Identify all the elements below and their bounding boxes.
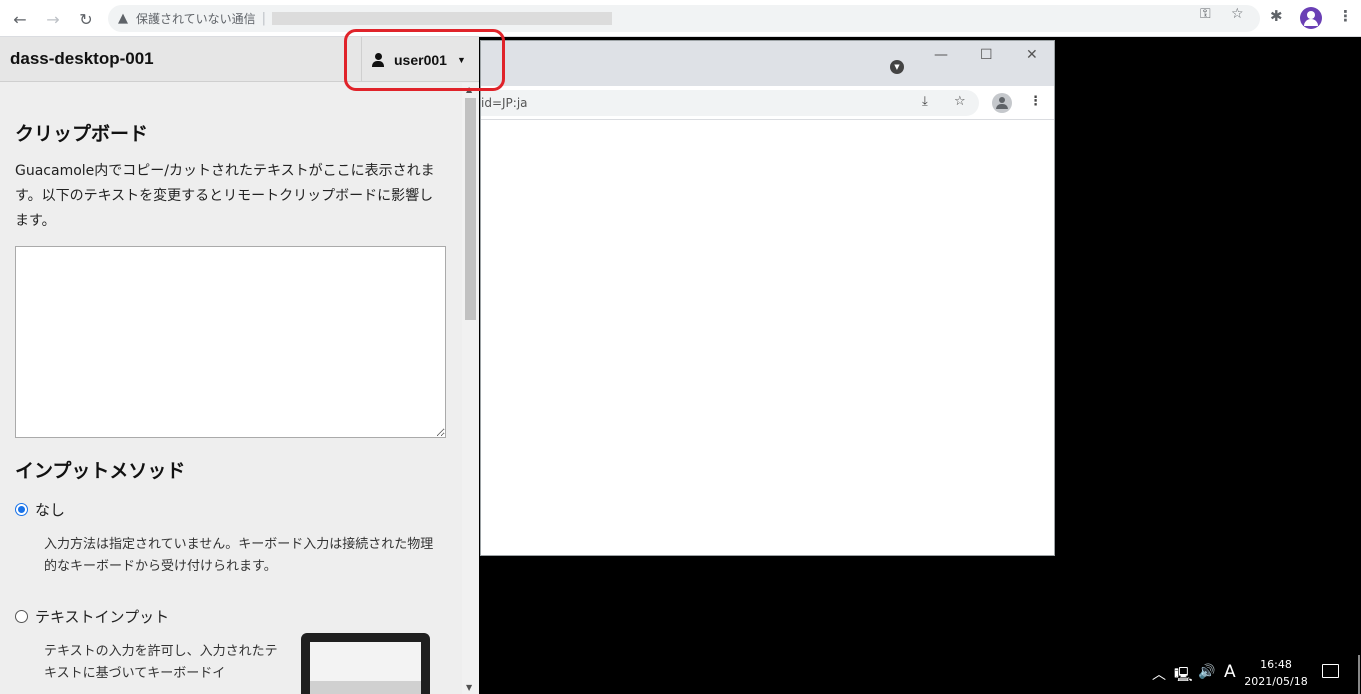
user-menu-highlight <box>344 29 505 91</box>
redacted-url <box>272 12 613 25</box>
forward-arrow-icon[interactable]: → <box>42 8 64 30</box>
remote-toolbar: id=JP:ja ⤓ ☆ ⋮ <box>481 86 1054 120</box>
input-method-heading: インプットメソッド <box>15 461 186 482</box>
install-icon[interactable]: ⤓ <box>922 94 928 109</box>
reload-icon[interactable]: ↻ <box>75 8 97 30</box>
bookmark-star-icon[interactable]: ☆ <box>1231 6 1244 22</box>
show-desktop-edge[interactable] <box>1358 655 1360 694</box>
network-icon[interactable]: 🖳 <box>1174 664 1193 688</box>
security-label: 保護されていない通信 <box>136 12 256 26</box>
clipboard-heading: クリップボード <box>15 124 149 145</box>
connection-title: dass-desktop-001 <box>10 49 154 68</box>
scroll-down-arrow-icon[interactable]: ▼ <box>466 683 472 692</box>
input-method-option-none[interactable]: なし <box>15 499 462 520</box>
menu-content: クリップボード Guacamole内でコピー/カットされたテキストがここに表示さ… <box>0 83 462 694</box>
extensions-icon[interactable]: ✱ <box>1270 7 1283 25</box>
guacamole-menu: dass-desktop-001 user001 ▼ クリップボード Guaca… <box>0 37 479 694</box>
radio-none[interactable] <box>15 503 28 516</box>
remote-profile-icon[interactable] <box>992 93 1012 113</box>
browser-toolbar: ← → ↻ ▲ 保護されていない通信 | ⚿ ☆ ✱ ⋮ <box>0 0 1361 37</box>
option-none-label: なし <box>35 501 66 519</box>
clipboard-description: Guacamole内でコピー/カットされたテキストがここに表示されます。以下のテ… <box>15 163 435 229</box>
profile-avatar[interactable] <box>1300 7 1322 29</box>
tab-search-icon[interactable]: ▼ <box>890 60 904 74</box>
back-arrow-icon[interactable]: ← <box>9 8 31 30</box>
key-icon[interactable]: ⚿ <box>1200 6 1211 22</box>
menu-scrollbar[interactable]: ▲ ▼ <box>462 83 479 694</box>
remote-url: id=JP:ja <box>481 96 528 110</box>
clock-time: 16:48 <box>1260 658 1292 671</box>
option-none-description: 入力方法は指定されていません。キーボード入力は接続された物理的なキーボードから受… <box>44 537 434 574</box>
remote-more-menu-icon[interactable]: ⋮ <box>1029 94 1042 109</box>
option-text-label: テキストインプット <box>35 608 170 626</box>
clock-date: 2021/05/18 <box>1244 675 1308 688</box>
tray-chevron-up-icon[interactable]: ︿ <box>1152 664 1166 684</box>
notification-icon[interactable] <box>1322 664 1339 678</box>
clipboard-textarea[interactable] <box>15 246 446 438</box>
radio-text-input[interactable] <box>15 610 28 623</box>
remote-window-titlebar: ▼ — ☐ ✕ <box>481 41 1054 86</box>
minimize-icon[interactable]: — <box>934 47 948 63</box>
address-bar[interactable]: ▲ 保護されていない通信 | <box>108 5 1260 32</box>
remote-address-bar[interactable]: id=JP:ja <box>481 90 979 116</box>
omnibox-separator: | <box>261 11 267 26</box>
input-method-option-text[interactable]: テキストインプット <box>15 606 462 627</box>
scroll-thumb[interactable] <box>465 98 476 320</box>
taskbar-clock[interactable]: 16:48 2021/05/18 <box>1240 656 1312 690</box>
remote-bookmark-star-icon[interactable]: ☆ <box>954 94 966 109</box>
keyboard-preview-image <box>301 633 430 694</box>
ime-indicator[interactable]: A <box>1224 662 1236 682</box>
remote-browser-window: ▼ — ☐ ✕ id=JP:ja ⤓ ☆ ⋮ <box>480 40 1055 556</box>
more-menu-icon[interactable]: ⋮ <box>1338 7 1353 25</box>
option-text-description: テキストの入力を許可し、入力されたテキストに基づいてキーボードイ <box>44 644 278 681</box>
volume-icon[interactable]: 🔊 <box>1198 664 1215 680</box>
maximize-icon[interactable]: ☐ <box>980 47 993 63</box>
close-icon[interactable]: ✕ <box>1026 47 1038 63</box>
warning-icon: ▲ <box>118 11 128 26</box>
